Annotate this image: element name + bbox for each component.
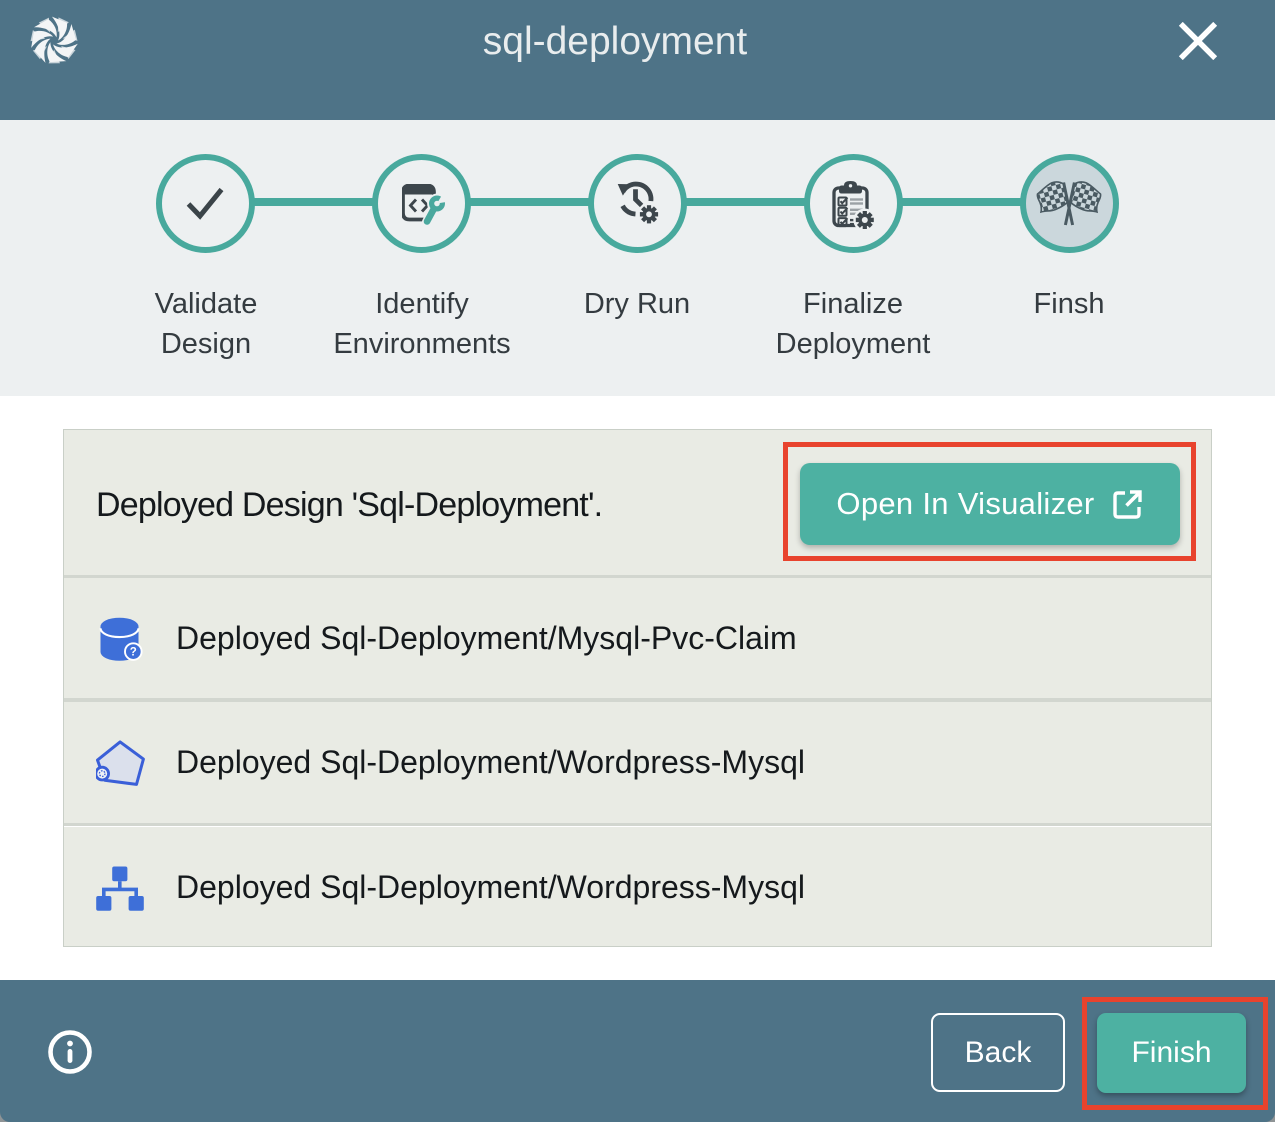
svg-text:?: ? (130, 647, 137, 659)
